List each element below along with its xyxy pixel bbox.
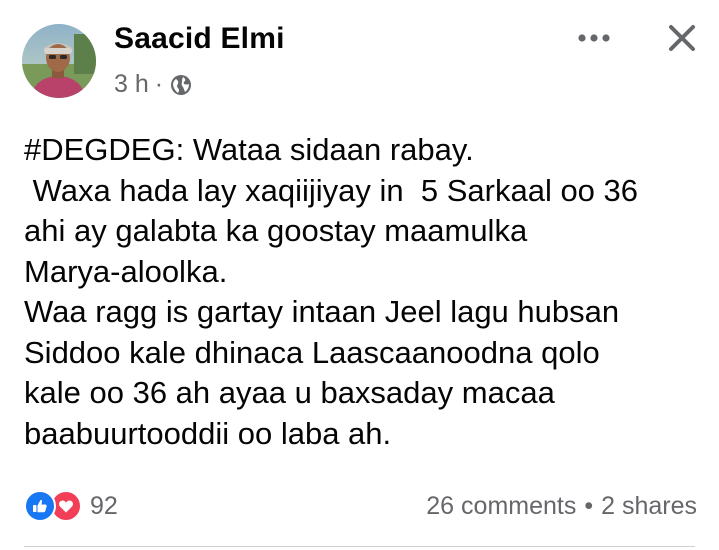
post-text-line: ahi ay galabta ka goostay maamulka xyxy=(24,213,528,248)
close-icon xyxy=(669,25,695,51)
like-icon xyxy=(24,490,56,522)
comments-count[interactable]: 26 comments xyxy=(426,492,576,521)
author-avatar[interactable] xyxy=(22,24,96,98)
more-options-button[interactable] xyxy=(570,22,618,54)
post-divider xyxy=(24,546,695,547)
facebook-post: Saacid Elmi 3 h · #DEGDEG: Wataa sidaan … xyxy=(0,0,719,550)
post-text-line: Waa ragg is gartay intaan Jeel lagu hubs… xyxy=(24,294,620,329)
stats-separator: • xyxy=(584,492,594,520)
close-button[interactable] xyxy=(660,16,704,60)
author-name[interactable]: Saacid Elmi xyxy=(114,22,285,56)
more-dots-icon xyxy=(578,34,610,42)
post-text: #DEGDEG: Wataa sidaan rabay. Waxa hada l… xyxy=(24,130,704,454)
shares-count[interactable]: 2 shares xyxy=(601,492,697,521)
post-time[interactable]: 3 h xyxy=(114,70,149,99)
post-text-line: Siddoo kale dhinaca Laascaanoodna qolo xyxy=(24,334,600,370)
globe-icon[interactable] xyxy=(169,73,193,97)
reactions-summary[interactable]: 92 xyxy=(24,490,118,522)
post-text-line: baabuurtooddii oo laba ah. xyxy=(24,415,392,451)
post-text-line: Waxa hada lay xaqiijiyay in 5 Sarkaal oo… xyxy=(24,172,639,208)
post-text-line: kale oo 36 ah ayaa u baxsaday macaa xyxy=(24,375,555,410)
post-meta: 3 h · xyxy=(114,70,193,99)
engagement-stats: 26 comments • 2 shares xyxy=(426,492,697,521)
reaction-count: 92 xyxy=(90,491,118,520)
post-text-line[interactable]: #DEGDEG: Wataa sidaan rabay. xyxy=(24,130,704,171)
avatar-photo xyxy=(22,24,96,98)
meta-separator: · xyxy=(154,70,164,98)
post-text-line: Marya-aloolka. xyxy=(24,253,228,289)
